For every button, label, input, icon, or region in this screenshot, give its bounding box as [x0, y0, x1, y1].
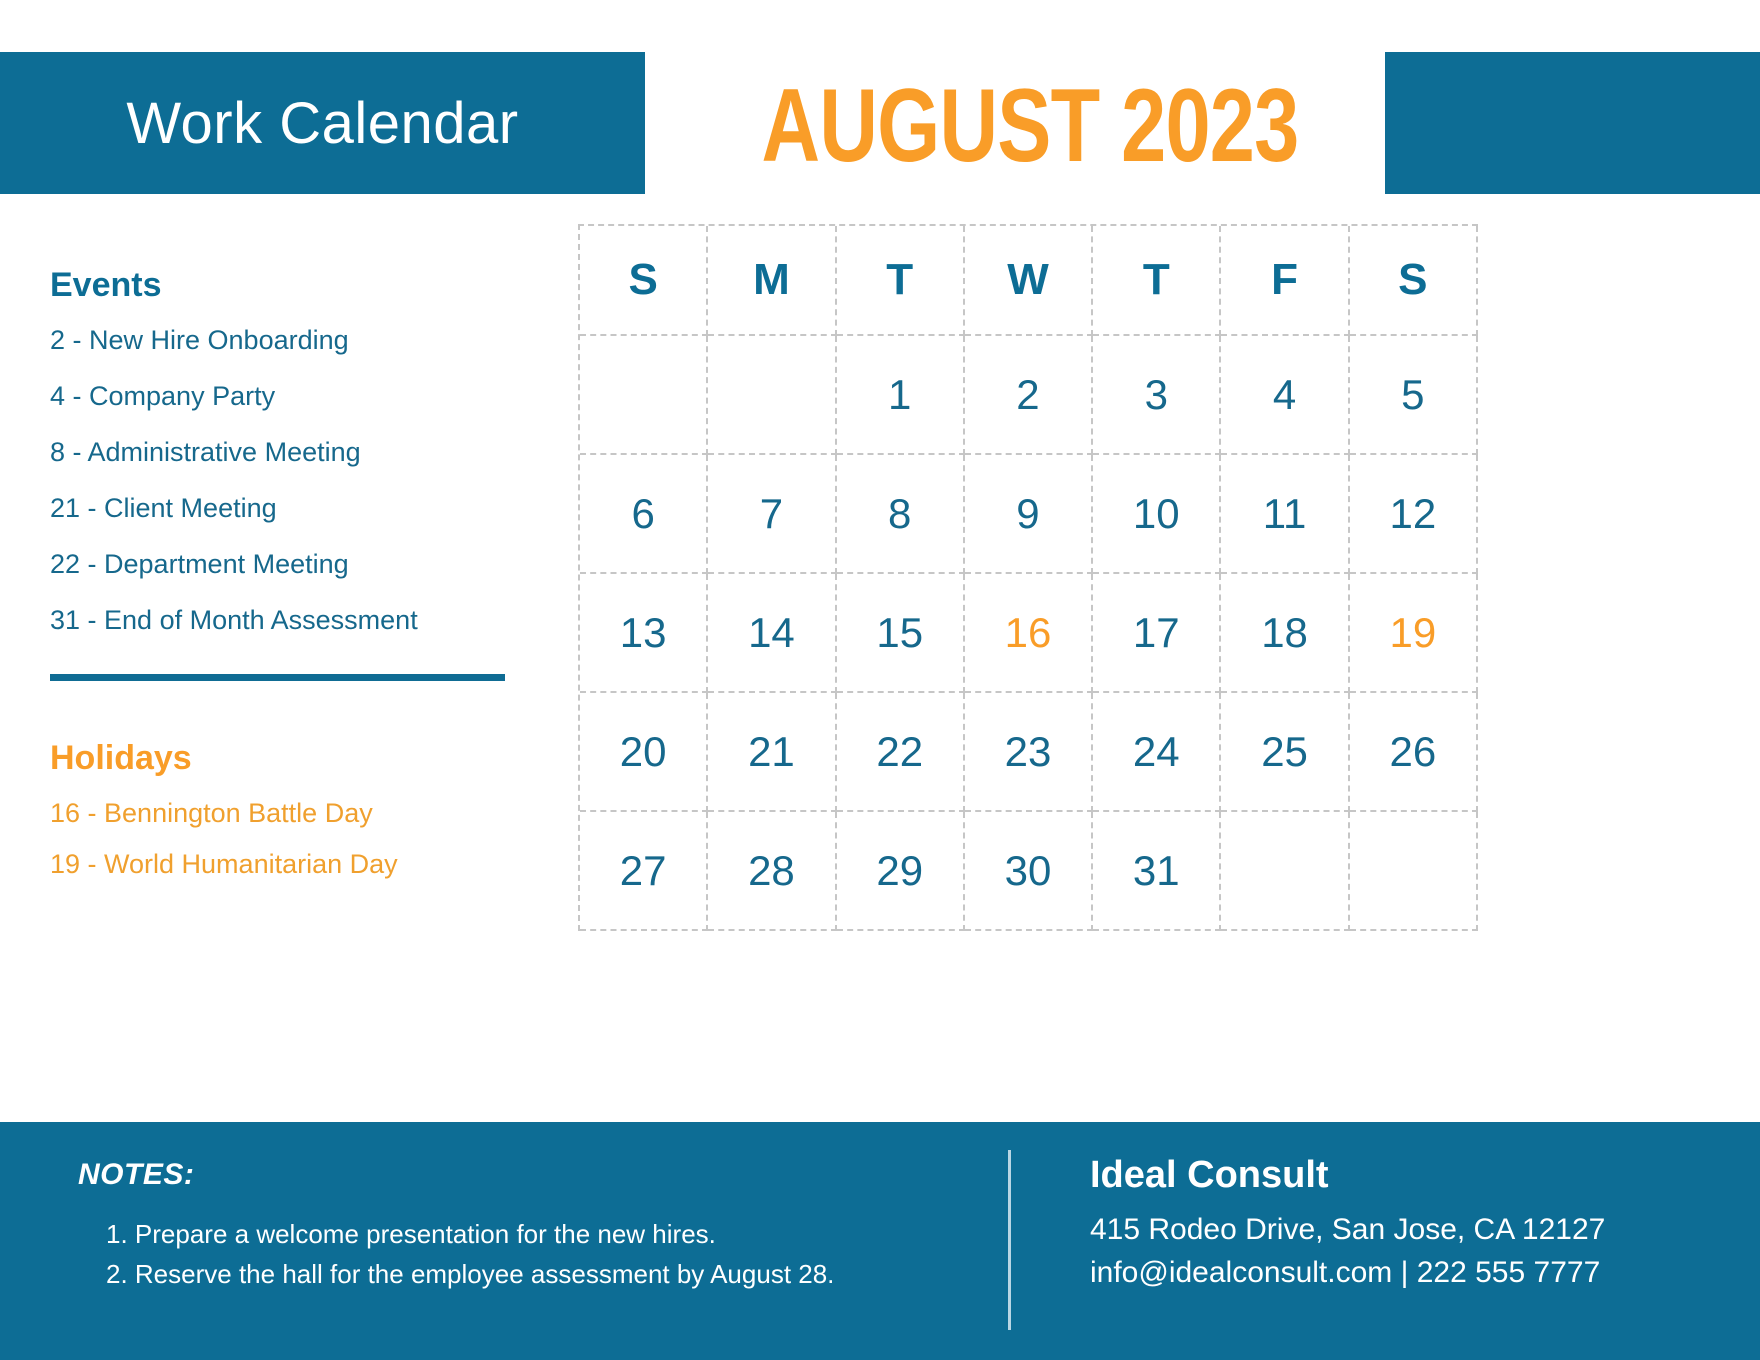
- day-cell[interactable]: 3: [1093, 336, 1222, 455]
- calendar-week-row: 27 28 29 30 31: [580, 812, 1478, 931]
- list-item: 19 - World Humanitarian Day: [50, 849, 398, 879]
- list-item: 2 - New Hire Onboarding: [50, 325, 349, 355]
- note-item: 2. Reserve the hall for the employee ass…: [106, 1259, 835, 1290]
- weekday-header: M: [708, 226, 837, 336]
- footer-divider: [1008, 1150, 1011, 1330]
- day-cell[interactable]: 11: [1221, 455, 1350, 574]
- day-cell[interactable]: 5: [1349, 336, 1478, 455]
- holidays-list: 16 - Bennington Battle Day 19 - World Hu…: [50, 800, 570, 878]
- day-cell[interactable]: 31: [1093, 812, 1222, 931]
- day-cell[interactable]: 26: [1349, 693, 1478, 812]
- calendar-page: Work Calendar AUGUST 2023 Events 2 - New…: [0, 0, 1760, 1360]
- weekday-header: S: [1349, 226, 1478, 336]
- calendar-week-row: 1 2 3 4 5: [580, 336, 1478, 455]
- day-cell[interactable]: 23: [964, 693, 1094, 812]
- calendar-week-row: 20 21 22 23 24 25 26: [580, 693, 1478, 812]
- company-contact: info@idealconsult.com | 222 555 7777: [1090, 1255, 1601, 1289]
- notes-section: NOTES: 1. Prepare a welcome presentation…: [78, 1158, 968, 1295]
- day-cell[interactable]: 9: [964, 455, 1094, 574]
- weekday-header: F: [1221, 226, 1350, 336]
- day-cell[interactable]: 2: [964, 336, 1094, 455]
- day-cell[interactable]: 10: [1093, 455, 1222, 574]
- calendar-grid: S M T W T F S 1 2 3 4 5 6 7 8 9 10 11 12…: [578, 224, 1478, 931]
- day-cell-holiday[interactable]: 16: [964, 574, 1094, 693]
- weekday-header: W: [964, 226, 1094, 336]
- weekday-header-row: S M T W T F S: [580, 226, 1478, 336]
- day-cell[interactable]: 30: [964, 812, 1094, 931]
- page-footer: NOTES: 1. Prepare a welcome presentation…: [0, 1122, 1760, 1360]
- list-item: 4 - Company Party: [50, 381, 276, 411]
- day-cell[interactable]: 15: [836, 574, 965, 693]
- day-cell[interactable]: 18: [1221, 574, 1350, 693]
- weekday-header: T: [1093, 226, 1222, 336]
- list-item: 8 - Administrative Meeting: [50, 437, 361, 467]
- weekday-header: T: [836, 226, 965, 336]
- day-cell[interactable]: 8: [836, 455, 965, 574]
- day-cell[interactable]: 22: [836, 693, 965, 812]
- day-cell[interactable]: 24: [1093, 693, 1222, 812]
- day-cell[interactable]: [708, 336, 837, 455]
- header-band-right: [1385, 52, 1760, 194]
- company-address: 415 Rodeo Drive, San Jose, CA 12127: [1090, 1213, 1606, 1246]
- day-cell[interactable]: 13: [580, 574, 709, 693]
- events-list: 2 - New Hire Onboarding 4 - Company Part…: [50, 327, 570, 634]
- day-cell[interactable]: 17: [1093, 574, 1222, 693]
- day-cell[interactable]: 12: [1349, 455, 1478, 574]
- day-cell[interactable]: 20: [580, 693, 709, 812]
- notes-title: NOTES:: [78, 1158, 195, 1191]
- day-cell[interactable]: 1: [836, 336, 965, 455]
- day-cell[interactable]: [1349, 812, 1478, 931]
- holidays-heading: Holidays: [50, 739, 192, 777]
- day-cell[interactable]: 4: [1221, 336, 1350, 455]
- day-cell[interactable]: [580, 336, 709, 455]
- day-cell[interactable]: 29: [836, 812, 965, 931]
- day-cell[interactable]: 7: [708, 455, 837, 574]
- day-cell[interactable]: 28: [708, 812, 837, 931]
- month-year-label: AUGUST 2023: [761, 67, 1300, 184]
- weekday-header: S: [580, 226, 709, 336]
- page-body: Events 2 - New Hire Onboarding 4 - Compa…: [0, 194, 1760, 1122]
- day-cell[interactable]: 6: [580, 455, 709, 574]
- day-cell[interactable]: 25: [1221, 693, 1350, 812]
- list-item: 22 - Department Meeting: [50, 549, 349, 579]
- page-title: Work Calendar: [126, 90, 519, 156]
- page-header: Work Calendar AUGUST 2023: [0, 52, 1760, 194]
- day-cell-holiday[interactable]: 19: [1349, 574, 1478, 693]
- list-item: 31 - End of Month Assessment: [50, 605, 418, 635]
- list-item: 16 - Bennington Battle Day: [50, 798, 373, 828]
- events-heading: Events: [50, 266, 162, 304]
- day-cell[interactable]: 14: [708, 574, 837, 693]
- day-cell[interactable]: [1221, 812, 1350, 931]
- day-cell[interactable]: 21: [708, 693, 837, 812]
- day-cell[interactable]: 27: [580, 812, 709, 931]
- list-item: 21 - Client Meeting: [50, 493, 277, 523]
- sidebar-divider: [50, 674, 505, 681]
- calendar-week-row: 13 14 15 16 17 18 19: [580, 574, 1478, 693]
- company-name: Ideal Consult: [1090, 1154, 1329, 1196]
- sidebar: Events 2 - New Hire Onboarding 4 - Compa…: [50, 266, 570, 902]
- note-item: 1. Prepare a welcome presentation for th…: [106, 1219, 716, 1249]
- company-info: Ideal Consult 415 Rodeo Drive, San Jose,…: [1090, 1154, 1750, 1294]
- calendar-week-row: 6 7 8 9 10 11 12: [580, 455, 1478, 574]
